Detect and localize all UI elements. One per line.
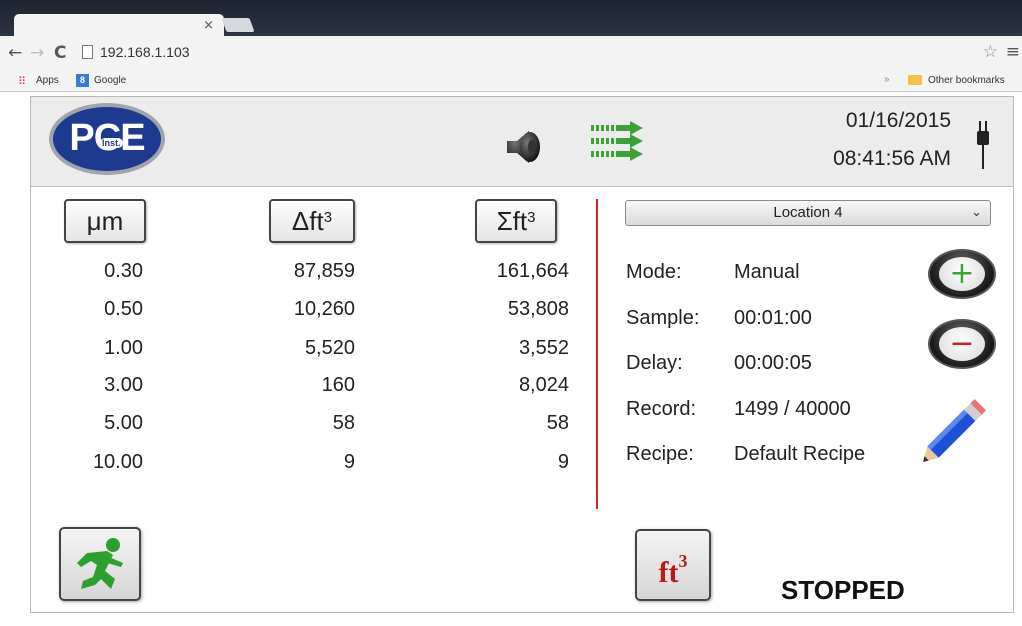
power-plug-icon (977, 121, 989, 169)
particle-counter-app: PCE Inst. 01/16/2015 08:41:56 AM (30, 96, 1014, 613)
sum-column-header[interactable]: Σft3 (475, 199, 557, 243)
bookmarks-bar: ⠿ Apps 8 Google » Other bookmarks (0, 70, 1022, 92)
add-button[interactable]: + (928, 249, 996, 299)
row-3-delta: 5,520 (304, 337, 355, 359)
start-run-button[interactable] (59, 527, 141, 601)
delay-value: 00:00:05 (734, 352, 812, 374)
unit-label: ft3 (658, 551, 688, 589)
sum-header-label: Σft (496, 206, 528, 236)
unit-base: ft (658, 556, 679, 589)
row-6-size: 10.00 (92, 451, 143, 473)
menu-icon[interactable]: ≡ (1006, 42, 1020, 62)
edit-pencil-icon[interactable] (917, 391, 997, 465)
location-value: Location 4 (773, 204, 843, 221)
row-5-sum: 58 (546, 412, 569, 434)
record-label: Record: (626, 398, 697, 420)
delta-header-label: Δft (291, 206, 324, 236)
sample-value: 00:01:00 (734, 307, 812, 329)
delta-header-exponent: 3 (323, 209, 333, 226)
bookmark-star-icon[interactable]: ☆ (983, 42, 998, 62)
folder-icon (908, 75, 922, 85)
running-man-icon (77, 538, 123, 589)
panel-divider (596, 199, 598, 509)
row-4-size: 3.00 (104, 374, 143, 396)
row-1-delta: 87,859 (293, 260, 355, 282)
recipe-label: Recipe: (626, 443, 694, 465)
row-2-sum: 53,808 (507, 298, 569, 320)
remove-button[interactable]: − (928, 319, 996, 369)
back-arrow-icon[interactable]: ← (8, 43, 22, 63)
reload-icon[interactable]: C (54, 43, 66, 63)
browser-toolbar: ← → C 192.168.1.103 ☆ ≡ (0, 36, 1022, 70)
row-6-delta: 9 (343, 451, 355, 473)
row-2-size: 0.50 (104, 298, 143, 320)
record-value: 1499 / 40000 (734, 398, 851, 420)
more-bookmarks-icon[interactable]: » (884, 74, 890, 85)
row-5-delta: 58 (332, 412, 355, 434)
google-icon[interactable]: 8 (76, 74, 89, 87)
address-bar[interactable]: 192.168.1.103 (100, 44, 190, 60)
sum-header-exponent: 3 (527, 209, 536, 226)
row-4-sum: 8,024 (518, 374, 569, 396)
page-icon (82, 45, 93, 59)
row-6-sum: 9 (557, 451, 569, 473)
row-3-sum: 3,552 (518, 337, 569, 359)
delta-column-header[interactable]: Δft3 (269, 199, 355, 243)
row-2-delta: 10,260 (293, 298, 355, 320)
bookmark-google[interactable]: Google (94, 75, 126, 86)
row-1-sum: 161,664 (496, 260, 569, 282)
chevron-down-icon: ⌄ (971, 205, 982, 220)
app-header: PCE Inst. 01/16/2015 08:41:56 AM (31, 97, 1013, 187)
minus-icon: − (939, 327, 985, 361)
browser-tabstrip: × (0, 0, 1022, 38)
browser-tab[interactable]: × (14, 14, 224, 38)
mode-value: Manual (734, 261, 800, 283)
size-header-label: μm (86, 206, 124, 236)
sample-label: Sample: (626, 307, 700, 329)
row-1-size: 0.30 (104, 260, 143, 282)
plus-icon: + (939, 257, 985, 291)
run-status: STOPPED (781, 575, 905, 605)
delay-label: Delay: (626, 352, 683, 374)
row-4-delta: 160 (321, 374, 355, 396)
current-time: 08:41:56 AM (833, 147, 951, 170)
location-select[interactable]: Location 4 ⌄ (625, 200, 991, 226)
pce-logo: PCE Inst. (49, 103, 165, 175)
unit-toggle-button[interactable]: ft3 (635, 529, 711, 601)
logo-inst: Inst. (100, 138, 123, 148)
row-5-size: 5.00 (104, 412, 143, 434)
mode-label: Mode: (626, 261, 682, 283)
unit-exponent: 3 (678, 551, 688, 571)
bookmark-apps[interactable]: Apps (36, 75, 59, 86)
close-tab-icon[interactable]: × (203, 18, 214, 33)
row-3-size: 1.00 (104, 337, 143, 359)
new-tab-button[interactable] (221, 18, 255, 32)
size-column-header[interactable]: μm (64, 199, 146, 243)
data-transfer-icon (591, 121, 643, 161)
apps-grid-icon[interactable]: ⠿ (18, 75, 26, 88)
bookmark-other[interactable]: Other bookmarks (928, 75, 1005, 86)
forward-arrow-icon[interactable]: → (30, 43, 44, 63)
recipe-value: Default Recipe (734, 443, 866, 465)
current-date: 01/16/2015 (845, 109, 951, 132)
speaker-icon[interactable] (503, 127, 543, 167)
